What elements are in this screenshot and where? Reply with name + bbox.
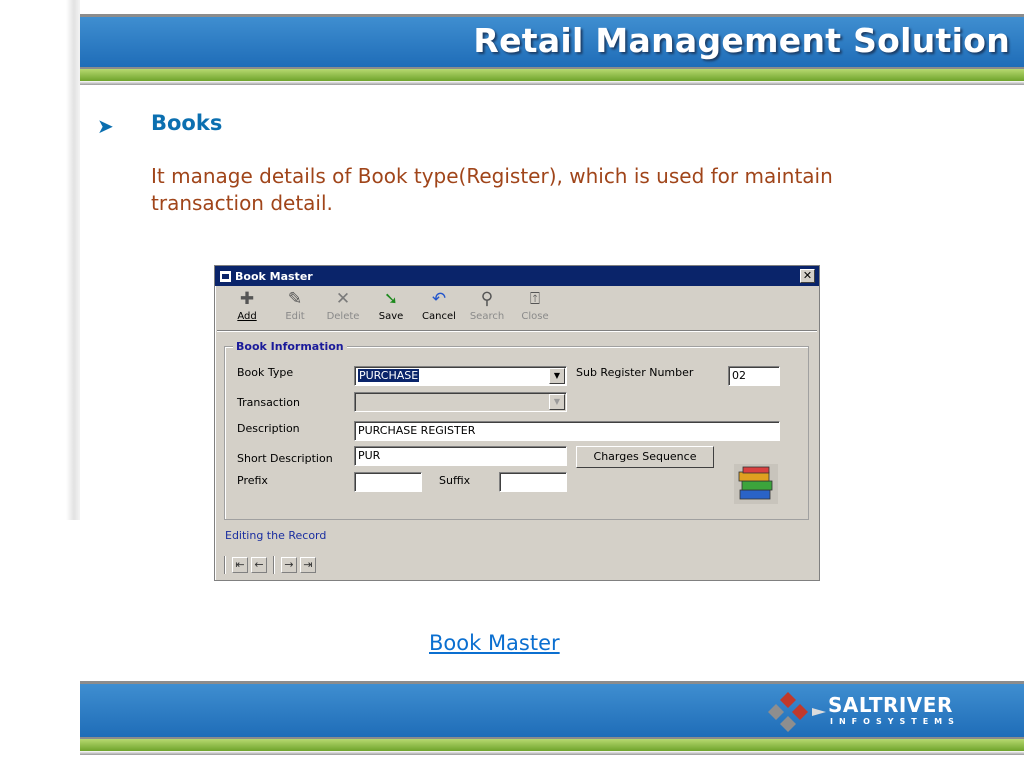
- header-banner: Retail Management Solution: [80, 14, 1024, 85]
- toolbar-divider: [217, 330, 817, 332]
- sub-register-label: Sub Register Number: [576, 366, 694, 379]
- transaction-select[interactable]: ▼: [354, 392, 567, 412]
- delete-icon: ✕: [335, 289, 351, 309]
- save-button[interactable]: ➘ Save: [367, 289, 415, 327]
- add-button[interactable]: ✚ Add: [223, 289, 271, 327]
- cancel-label: Cancel: [422, 311, 456, 322]
- save-label: Save: [378, 311, 404, 322]
- book-master-window: Book Master ✕ ✚ Add ✎ Edit ✕ Delete ➘ Sa…: [214, 265, 820, 581]
- header-title: Retail Management Solution: [473, 21, 1010, 60]
- suffix-input[interactable]: [499, 472, 567, 492]
- book-type-value: PURCHASE: [358, 369, 420, 382]
- short-description-input[interactable]: PUR: [354, 446, 567, 466]
- close-icon: ⍐: [529, 289, 541, 309]
- app-icon: [220, 270, 231, 282]
- group-title: Book Information: [233, 340, 347, 353]
- first-record-icon[interactable]: ⇤: [232, 557, 248, 573]
- bullet-arrow-icon: ➤: [97, 114, 114, 138]
- window-close-button[interactable]: ✕: [800, 269, 815, 283]
- edit-label: Edit: [285, 311, 305, 322]
- saltriver-logo: SALTRIVER INFOSYSTEMS: [766, 692, 976, 732]
- cancel-icon: ↶: [431, 289, 447, 309]
- company-name: SALTRIVER: [828, 693, 953, 717]
- cancel-button[interactable]: ↶ Cancel: [415, 289, 463, 327]
- previous-record-icon[interactable]: ←: [251, 557, 267, 573]
- close-button[interactable]: ⍐ Close: [511, 289, 559, 327]
- record-navigator: ⇤ ← → ⇥: [221, 556, 316, 574]
- close-label: Close: [521, 311, 549, 322]
- charges-sequence-button[interactable]: Charges Sequence: [576, 446, 714, 468]
- description-label: Description: [237, 422, 300, 435]
- book-type-label: Book Type: [237, 366, 294, 379]
- books-icon: [734, 464, 778, 504]
- last-record-icon[interactable]: ⇥: [300, 557, 316, 573]
- transaction-label: Transaction: [237, 396, 300, 409]
- status-text: Editing the Record: [225, 529, 327, 542]
- footer-banner: SALTRIVER INFOSYSTEMS: [80, 681, 1024, 755]
- save-icon: ➘: [383, 289, 399, 309]
- toolbar: ✚ Add ✎ Edit ✕ Delete ➘ Save ↶ Cancel ⚲ …: [223, 289, 559, 327]
- add-icon: ✚: [239, 289, 255, 309]
- logo-mark-icon: [768, 692, 826, 732]
- chevron-down-icon[interactable]: ▼: [549, 368, 565, 384]
- section-heading: Books: [151, 111, 223, 135]
- section-paragraph: It manage details of Book type(Register)…: [151, 164, 833, 215]
- sub-register-input[interactable]: 02: [728, 366, 780, 386]
- suffix-label: Suffix: [439, 474, 471, 487]
- company-subtitle: INFOSYSTEMS: [830, 717, 960, 726]
- search-icon: ⚲: [480, 289, 494, 309]
- description-input[interactable]: PURCHASE REGISTER: [354, 421, 780, 441]
- edit-button[interactable]: ✎ Edit: [271, 289, 319, 327]
- book-master-link[interactable]: Book Master: [429, 631, 560, 655]
- left-shadow: [0, 0, 80, 520]
- delete-button[interactable]: ✕ Delete: [319, 289, 367, 327]
- delete-label: Delete: [326, 311, 360, 322]
- short-description-label: Short Description: [237, 452, 333, 465]
- chevron-down-icon[interactable]: ▼: [549, 394, 565, 410]
- edit-icon: ✎: [287, 289, 303, 309]
- prefix-input[interactable]: [354, 472, 422, 492]
- search-button[interactable]: ⚲ Search: [463, 289, 511, 327]
- prefix-label: Prefix: [237, 474, 268, 487]
- add-label: Add: [237, 311, 257, 322]
- window-title: Book Master: [235, 269, 313, 283]
- search-label: Search: [469, 311, 505, 322]
- book-type-select[interactable]: PURCHASE ▼: [354, 366, 567, 386]
- window-titlebar: Book Master: [215, 266, 819, 286]
- next-record-icon[interactable]: →: [281, 557, 297, 573]
